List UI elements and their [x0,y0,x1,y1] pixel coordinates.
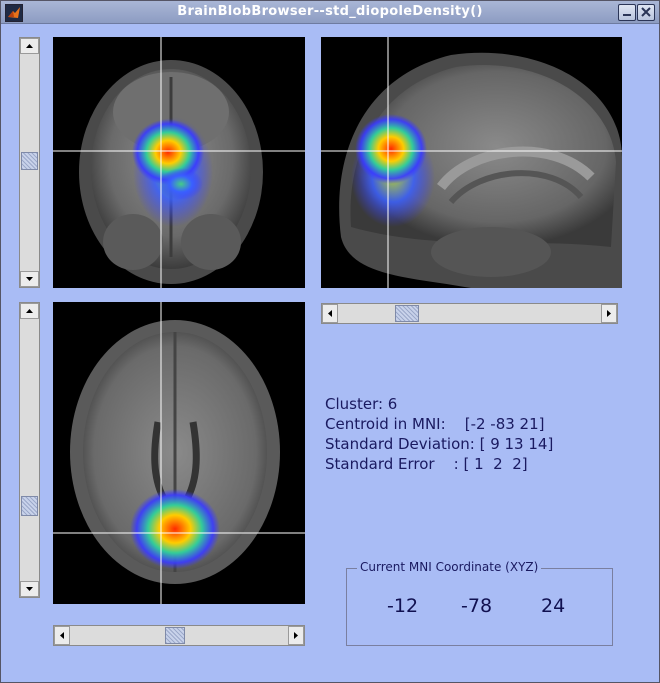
app-window: BrainBlobBrowser--std_diopoleDensity() C… [0,0,660,683]
cluster-label: Cluster: 6 [325,395,398,413]
arrow-left-icon [60,632,64,639]
scroll-right-button[interactable] [288,626,304,645]
std-dev-label: Standard Deviation: [ 9 13 14] [325,435,554,453]
scroll-left-button[interactable] [322,304,338,323]
scroll-thumb[interactable] [21,495,38,516]
sagittal-slice-scrollbar[interactable] [321,303,618,324]
scroll-left-button[interactable] [54,626,70,645]
scroll-up-button[interactable] [20,303,39,319]
title-bar[interactable]: BrainBlobBrowser--std_diopoleDensity() [1,1,659,24]
centroid-label: Centroid in MNI: [-2 -83 21] [325,415,545,433]
window-title: BrainBlobBrowser--std_diopoleDensity() [177,4,483,19]
axial-slice-scrollbar[interactable] [19,302,40,598]
coronal-slice-scrollbar[interactable] [19,37,40,288]
close-button[interactable] [637,4,655,21]
coord-z: 24 [541,595,566,617]
arrow-left-icon [328,310,332,317]
coordinate-panel-title: Current MNI Coordinate (XYZ) [357,560,542,574]
minimize-icon [623,14,631,16]
arrow-right-icon [607,310,611,317]
minimize-button[interactable] [618,4,636,21]
coronal-view[interactable] [53,37,305,288]
coord-y: -78 [461,595,493,617]
scroll-thumb[interactable] [21,151,38,170]
scroll-down-button[interactable] [20,581,39,597]
close-icon [641,7,651,17]
scroll-down-button[interactable] [20,271,39,287]
scroll-thumb[interactable] [395,305,420,322]
axial-horizontal-scrollbar[interactable] [53,625,305,646]
arrow-down-icon [26,277,33,281]
arrow-up-icon [26,44,33,48]
axial-view[interactable] [53,302,305,604]
arrow-down-icon [26,587,33,591]
scroll-up-button[interactable] [20,38,39,54]
scroll-thumb[interactable] [165,627,186,644]
sagittal-view[interactable] [321,37,622,288]
coordinate-panel: Current MNI Coordinate (XYZ) -12 -78 24 [346,560,613,646]
arrow-right-icon [294,632,298,639]
coord-x: -12 [387,595,419,617]
std-err-label: Standard Error : [ 1 2 2] [325,455,528,473]
arrow-up-icon [26,309,33,313]
scroll-right-button[interactable] [601,304,617,323]
